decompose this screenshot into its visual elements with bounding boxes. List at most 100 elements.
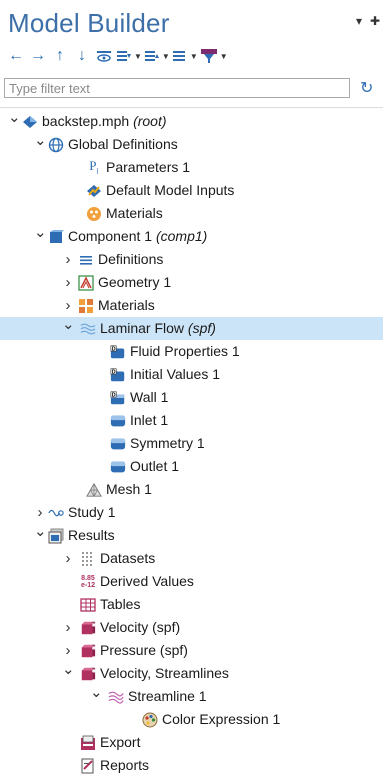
tree-node[interactable]: › Definitions: [0, 248, 383, 271]
tree-node[interactable]: › ✱ Velocity (spf): [0, 616, 383, 639]
globe-icon: [48, 137, 64, 153]
chevron-down-icon[interactable]: ⌄: [34, 133, 47, 149]
tree-node-label: Outlet 1: [130, 455, 179, 478]
refresh-icon[interactable]: ↻: [360, 78, 373, 98]
model-tree: ⌄ backstep.mph (root) ⌄ Global Definitions P…: [0, 107, 383, 777]
tree-node[interactable]: › Datasets: [0, 547, 383, 570]
tree-node-label: Materials: [98, 294, 155, 317]
funnel-icon[interactable]: ▼: [200, 45, 228, 67]
plot-group-icon: ✱: [80, 666, 96, 682]
pin-icon[interactable]: ✚: [370, 14, 380, 28]
tree-node[interactable]: ⌄ ✱ Velocity, Streamlines: [0, 662, 383, 685]
model-icon: [22, 114, 38, 130]
tree-node-label: Tables: [100, 593, 140, 616]
svg-text:D: D: [112, 370, 116, 376]
tree-node-label: Parameters 1: [106, 156, 190, 179]
tree-node[interactable]: Color Expression 1: [0, 708, 383, 731]
tree-node[interactable]: Reports: [0, 754, 383, 777]
geometry-icon: [78, 275, 94, 291]
node-name: Derived Values: [100, 573, 194, 589]
expand-icon[interactable]: ▼: [116, 45, 142, 67]
node-name: Wall 1: [130, 389, 169, 405]
node-name: Export: [100, 734, 141, 750]
tree-node[interactable]: ⌄ Laminar Flow (spf): [0, 317, 383, 340]
node-name: Pressure (spf): [100, 642, 188, 658]
chevron-right-icon[interactable]: ›: [34, 501, 46, 524]
tree-node[interactable]: ⌄ Global Definitions: [0, 133, 383, 156]
node-name: Study 1: [68, 504, 116, 520]
tree-node-label: Streamline 1: [128, 685, 207, 708]
svg-text:✱: ✱: [92, 622, 96, 629]
chevron-right-icon[interactable]: ›: [62, 639, 74, 662]
derived-values-icon: 8.85 e-12: [80, 574, 96, 590]
node-tag: (comp1): [155, 228, 208, 244]
collapse-icon[interactable]: ▼: [144, 45, 170, 67]
chevron-down-icon[interactable]: ⌄: [34, 225, 47, 241]
tree-node[interactable]: D Fluid Properties 1: [0, 340, 383, 363]
tree-node[interactable]: Mesh 1: [0, 478, 383, 501]
tree-node[interactable]: › ✱ Pressure (spf): [0, 639, 383, 662]
boundary-icon: [110, 436, 126, 452]
tree-node-label: Wall 1: [130, 386, 168, 409]
tree-node[interactable]: Outlet 1: [0, 455, 383, 478]
tree-node[interactable]: › Study 1: [0, 501, 383, 524]
tree-node[interactable]: ⌄ backstep.mph (root): [0, 110, 383, 133]
chevron-down-icon[interactable]: ▾: [356, 14, 362, 28]
chevron-down-icon[interactable]: ⌄: [90, 685, 103, 701]
node-name: Tables: [100, 596, 141, 612]
node-name: Initial Values 1: [130, 366, 221, 382]
color-expression-icon: [142, 712, 158, 728]
forward-icon[interactable]: →: [28, 45, 48, 67]
show-icon[interactable]: [94, 45, 114, 67]
chevron-down-icon[interactable]: ⌄: [34, 524, 47, 540]
list-icon[interactable]: ▼: [172, 45, 198, 67]
tree-node[interactable]: › Geometry 1: [0, 271, 383, 294]
tree-node-label: Symmetry 1: [130, 432, 205, 455]
node-name: Component 1: [68, 228, 153, 244]
tree-node[interactable]: ⌄ Results: [0, 524, 383, 547]
chevron-down-icon[interactable]: ⌄: [62, 317, 75, 333]
tree-node[interactable]: Inlet 1: [0, 409, 383, 432]
boundary-icon: [110, 459, 126, 475]
tree-node-label: Velocity (spf): [100, 616, 180, 639]
chevron-right-icon[interactable]: ›: [62, 616, 74, 639]
domain-feature-icon: D: [110, 344, 126, 360]
tree-node-label: Geometry 1: [98, 271, 171, 294]
tree-node[interactable]: ⌄ Component 1 (comp1): [0, 225, 383, 248]
tree-node[interactable]: ⌄ Streamline 1: [0, 685, 383, 708]
tree-node[interactable]: Export: [0, 731, 383, 754]
node-name: Materials: [98, 297, 155, 313]
tree-node[interactable]: 8.85 e-12 Derived Values: [0, 570, 383, 593]
node-name: Results: [68, 527, 115, 543]
tree-node[interactable]: Default Model Inputs: [0, 179, 383, 202]
tree-node[interactable]: › Materials: [0, 294, 383, 317]
tree-node[interactable]: Tables: [0, 593, 383, 616]
definitions-icon: [78, 252, 94, 268]
tree-node[interactable]: Symmetry 1: [0, 432, 383, 455]
tree-node[interactable]: Pi Parameters 1: [0, 156, 383, 179]
node-name: Streamline 1: [128, 688, 207, 704]
tree-node[interactable]: D Wall 1: [0, 386, 383, 409]
chevron-down-icon[interactable]: ⌄: [8, 110, 21, 126]
filter-field[interactable]: [4, 78, 350, 98]
boundary-icon: [110, 413, 126, 429]
filter-input[interactable]: [5, 79, 349, 97]
tree-node[interactable]: D Initial Values 1: [0, 363, 383, 386]
chevron-right-icon[interactable]: ›: [62, 248, 74, 271]
tree-node-label: Global Definitions: [68, 133, 178, 156]
materials-icon: [86, 206, 102, 222]
chevron-right-icon[interactable]: ›: [62, 294, 74, 317]
chevron-right-icon[interactable]: ›: [62, 547, 74, 570]
chevron-down-icon[interactable]: ⌄: [62, 662, 75, 678]
chevron-right-icon[interactable]: ›: [62, 271, 74, 294]
node-name: Default Model Inputs: [106, 182, 235, 198]
node-name: Color Expression 1: [162, 711, 281, 727]
node-name: Mesh 1: [106, 481, 152, 497]
tree-node-label: Reports: [100, 754, 149, 777]
back-icon[interactable]: ←: [6, 45, 26, 67]
tree-node-label: Definitions: [98, 248, 163, 271]
move-up-icon[interactable]: ↑: [50, 45, 70, 67]
tree-node-label: Laminar Flow (spf): [100, 317, 216, 340]
tree-node[interactable]: Materials: [0, 202, 383, 225]
move-down-icon[interactable]: ↓: [72, 45, 92, 67]
